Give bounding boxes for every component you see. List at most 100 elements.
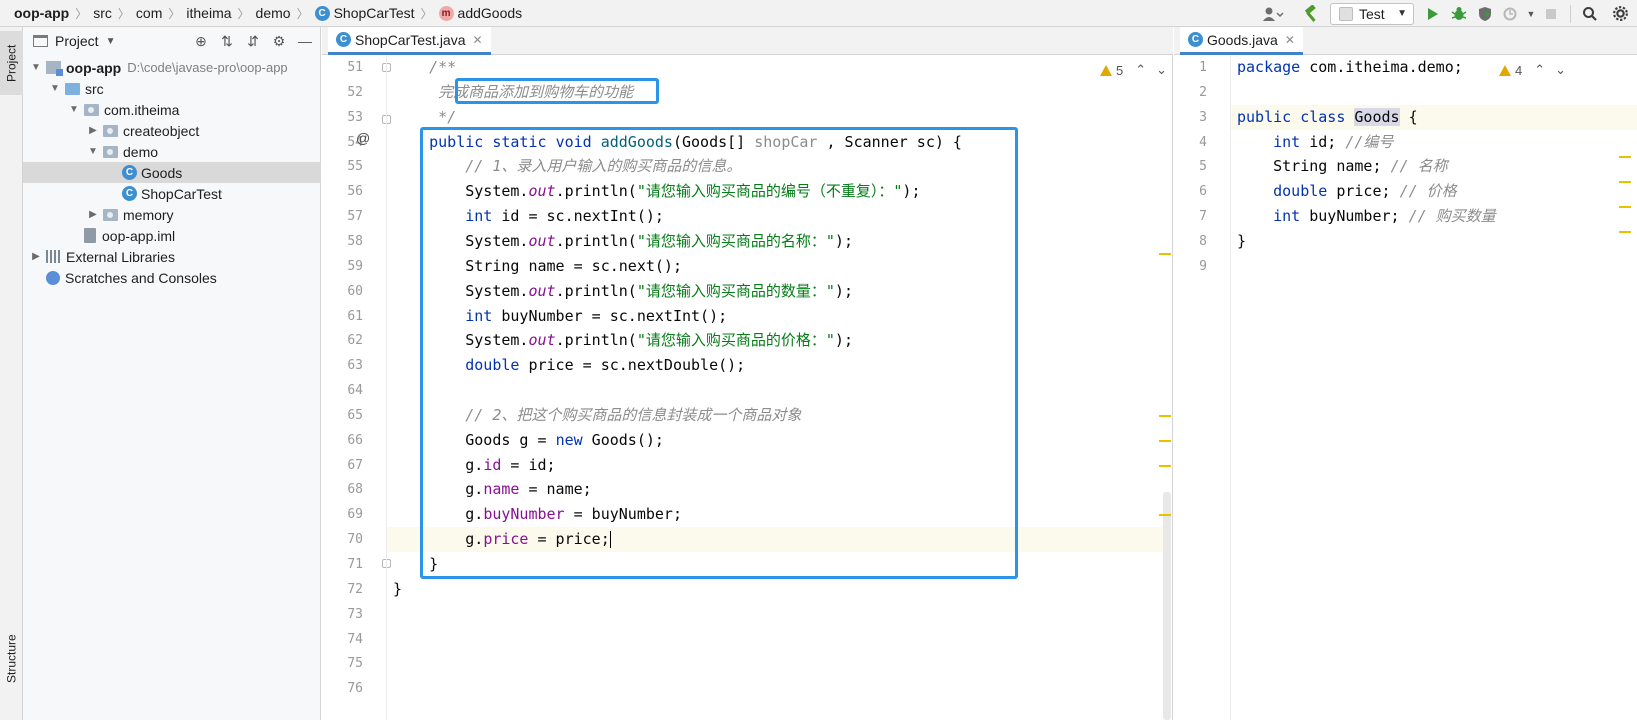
warning-stripe-mark[interactable] [1619,231,1631,233]
chevron-right-icon[interactable]: ▶ [86,125,100,136]
tree-item-label: ShopCarTest [141,185,222,202]
line-number: 72 [347,581,363,597]
tree-item-label: src [85,80,104,97]
line-number: 62 [347,333,363,349]
hammer-icon[interactable] [1298,0,1324,27]
right-editor-tabbar: C Goods.java ✕ [1174,27,1637,55]
breadcrumb-item-method[interactable]: m addGoods [438,5,523,21]
right-code-editor[interactable]: 1 2 3 4 5 6 7 8 9 package com.itheima.demo; publi… [1174,55,1637,720]
project-view-selector[interactable]: Project [55,33,99,49]
tree-item-demo[interactable]: ▼ demo [23,141,321,162]
project-tool-tab[interactable]: Project [0,31,23,95]
tree-item-external-libraries[interactable]: ▶ External Libraries [23,246,321,267]
runnable-class-icon: C [122,186,137,201]
locate-icon[interactable]: ⊕ [192,32,210,50]
tree-item-memory[interactable]: ▶ memory [23,204,321,225]
left-code-editor[interactable]: 51 52 53 54 55 56 57 58 59 60 61 62 63 64 65 66 67 68 69 70… [322,55,1173,720]
scrollbar-thumb[interactable] [1163,492,1171,720]
tree-item-createobject[interactable]: ▶ createobject [23,120,321,141]
method-highlight-box [420,127,1018,579]
chevron-right-icon[interactable]: ▶ [86,209,100,220]
stop-icon[interactable] [1538,0,1564,27]
chevron-right-icon[interactable]: ▶ [29,251,43,262]
chevron-down-icon[interactable]: ▼ [106,36,116,47]
breadcrumb-method-label: addGoods [457,5,523,21]
breadcrumb-item-com[interactable]: com [136,5,162,21]
chevron-up-icon[interactable]: ⌃ [1534,62,1545,78]
coverage-icon[interactable] [1472,0,1498,27]
line-number: 74 [347,631,363,647]
toolbar-divider [1570,4,1571,23]
profile-icon[interactable] [1498,0,1524,27]
warning-icon [1100,64,1112,76]
project-panel: Project ▼ ⊕ ⇅ ⇵ ⚙ — ▼ oop-app D:\code\ja… [23,27,321,720]
warning-stripe-mark[interactable] [1159,514,1171,516]
tab-shopcartest[interactable]: C ShopCarTest.java ✕ [328,27,491,55]
chevron-down-icon[interactable]: ⌄ [1555,62,1566,78]
line-number: 63 [347,358,363,374]
warning-stripe-mark[interactable] [1619,156,1631,158]
line-number: 59 [347,258,363,274]
warnings-indicator[interactable]: 4 ⌃ ⌄ [1499,62,1566,78]
settings-icon[interactable] [1603,0,1637,27]
warning-stripe-mark[interactable] [1619,206,1631,208]
breadcrumb-item-src[interactable]: src [93,5,112,21]
breadcrumb-item-class[interactable]: C ShopCarTest [314,5,415,21]
line-number: 70 [347,532,363,548]
line-number: 55 [347,159,363,175]
breadcrumb-item-itheima[interactable]: itheima [186,5,231,21]
chevron-down-icon: ▼ [1397,8,1407,19]
breadcrumb-item-demo[interactable]: demo [256,5,291,21]
class-icon: C [314,5,330,21]
run-icon[interactable] [1420,0,1446,27]
chevron-down-icon[interactable]: ▼ [1524,9,1538,19]
search-icon[interactable] [1577,0,1603,27]
structure-tool-tab[interactable]: Structure [0,613,23,705]
warning-stripe-mark[interactable] [1159,440,1171,442]
chevron-down-icon[interactable]: ▼ [29,62,43,73]
hide-icon[interactable]: — [296,32,314,50]
warning-stripe-mark[interactable] [1619,181,1631,183]
line-number: 64 [347,383,363,399]
warnings-indicator[interactable]: 5 ⌃ ⌄ [1100,62,1167,78]
tree-item-src[interactable]: ▼ src [23,78,321,99]
code-line: double price; // 价格 [1273,182,1457,201]
tree-item-goods[interactable]: C Goods [23,162,321,183]
right-editor-scrollbar[interactable] [1619,55,1637,720]
chevron-down-icon[interactable]: ▼ [86,146,100,157]
project-folder-icon [33,35,48,47]
class-icon: C [1188,32,1203,47]
line-number: 76 [347,681,363,697]
warning-stripe-mark[interactable] [1159,415,1171,417]
code-line: int buyNumber; // 购买数量 [1273,207,1496,226]
expand-all-icon[interactable]: ⇅ [218,32,236,50]
override-marker-icon[interactable]: @ [356,130,370,146]
tree-item-shopcartest[interactable]: C ShopCarTest [23,183,321,204]
debug-icon[interactable] [1446,0,1472,27]
gutter-divider [386,55,387,720]
chevron-down-icon[interactable]: ▼ [48,83,62,94]
gear-icon[interactable]: ⚙ [270,32,288,50]
project-panel-tools: ⊕ ⇅ ⇵ ⚙ — [192,27,314,55]
tab-goods[interactable]: C Goods.java ✕ [1180,27,1303,55]
line-number: 6 [1199,184,1207,200]
collapse-all-icon[interactable]: ⇵ [244,32,262,50]
tree-item-label: oop-app [66,59,122,76]
warning-stripe-mark[interactable] [1159,465,1171,467]
left-editor-scrollbar[interactable] [1159,55,1172,720]
line-number: 2 [1199,84,1207,100]
tree-item-iml[interactable]: oop-app.iml [23,225,321,246]
chevron-down-icon[interactable]: ▼ [67,104,81,115]
run-configuration-selector[interactable]: Test ▼ [1330,2,1414,25]
user-icon[interactable] [1256,0,1292,27]
close-icon[interactable]: ✕ [473,33,483,47]
tree-item-scratches[interactable]: Scratches and Consoles [23,267,321,288]
tree-item-oop-app[interactable]: ▼ oop-app D:\code\javase-pro\oop-app [23,57,321,78]
breadcrumb-item-project[interactable]: oop-app [14,5,69,21]
warning-stripe-mark[interactable] [1159,253,1171,255]
line-number: 73 [347,606,363,622]
close-icon[interactable]: ✕ [1285,33,1295,47]
tree-item-com-itheima[interactable]: ▼ com.itheima [23,99,321,120]
line-number: 51 [347,60,363,75]
chevron-up-icon[interactable]: ⌃ [1135,62,1146,78]
